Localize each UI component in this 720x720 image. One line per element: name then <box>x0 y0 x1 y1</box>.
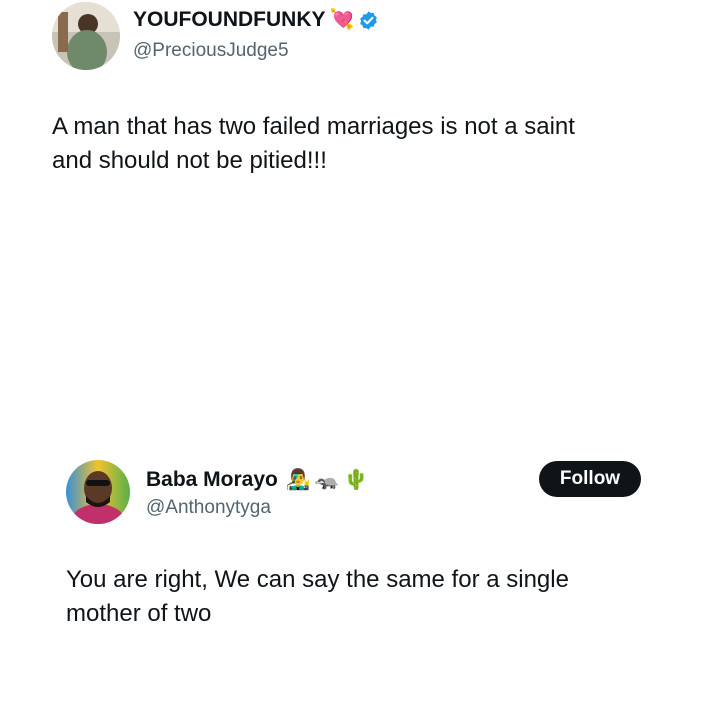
reply-avatar[interactable] <box>66 460 130 524</box>
reply-author-handle[interactable]: @Anthonytyga <box>146 497 271 519</box>
reply-text: You are right, We can say the same for a… <box>66 563 686 631</box>
author-handle[interactable]: @PreciousJudge5 <box>133 40 289 62</box>
reply-author-name[interactable]: Baba Morayo 👨‍🎤 🦡 🌵 <box>146 468 369 492</box>
tweet-text-line-1: A man that has two failed marriages is n… <box>52 113 575 140</box>
reply-author-name-text: Baba Morayo <box>146 468 278 491</box>
badger-emoji-icon: 🦡 <box>314 469 340 491</box>
cactus-emoji-icon: 🌵 <box>343 469 369 491</box>
reply-text-line-1: You are right, We can say the same for a… <box>66 566 569 593</box>
author-name-text: YOUFOUNDFUNKY <box>133 8 326 31</box>
verified-badge-icon <box>360 10 378 30</box>
avatar-image-icon <box>52 2 120 70</box>
heart-arrow-emoji-icon: 💘 <box>329 9 355 31</box>
tweet-text-line-2: and should not be pitied!!! <box>52 147 327 174</box>
reply-avatar-image-icon <box>66 460 130 524</box>
avatar[interactable] <box>52 2 120 70</box>
follow-button[interactable]: Follow <box>539 461 641 497</box>
singer-emoji-icon: 👨‍🎤 <box>285 469 311 491</box>
author-name[interactable]: YOUFOUNDFUNKY 💘 <box>133 8 379 32</box>
reply-text-line-2: mother of two <box>66 600 212 627</box>
tweet-text: A man that has two failed marriages is n… <box>52 110 692 178</box>
